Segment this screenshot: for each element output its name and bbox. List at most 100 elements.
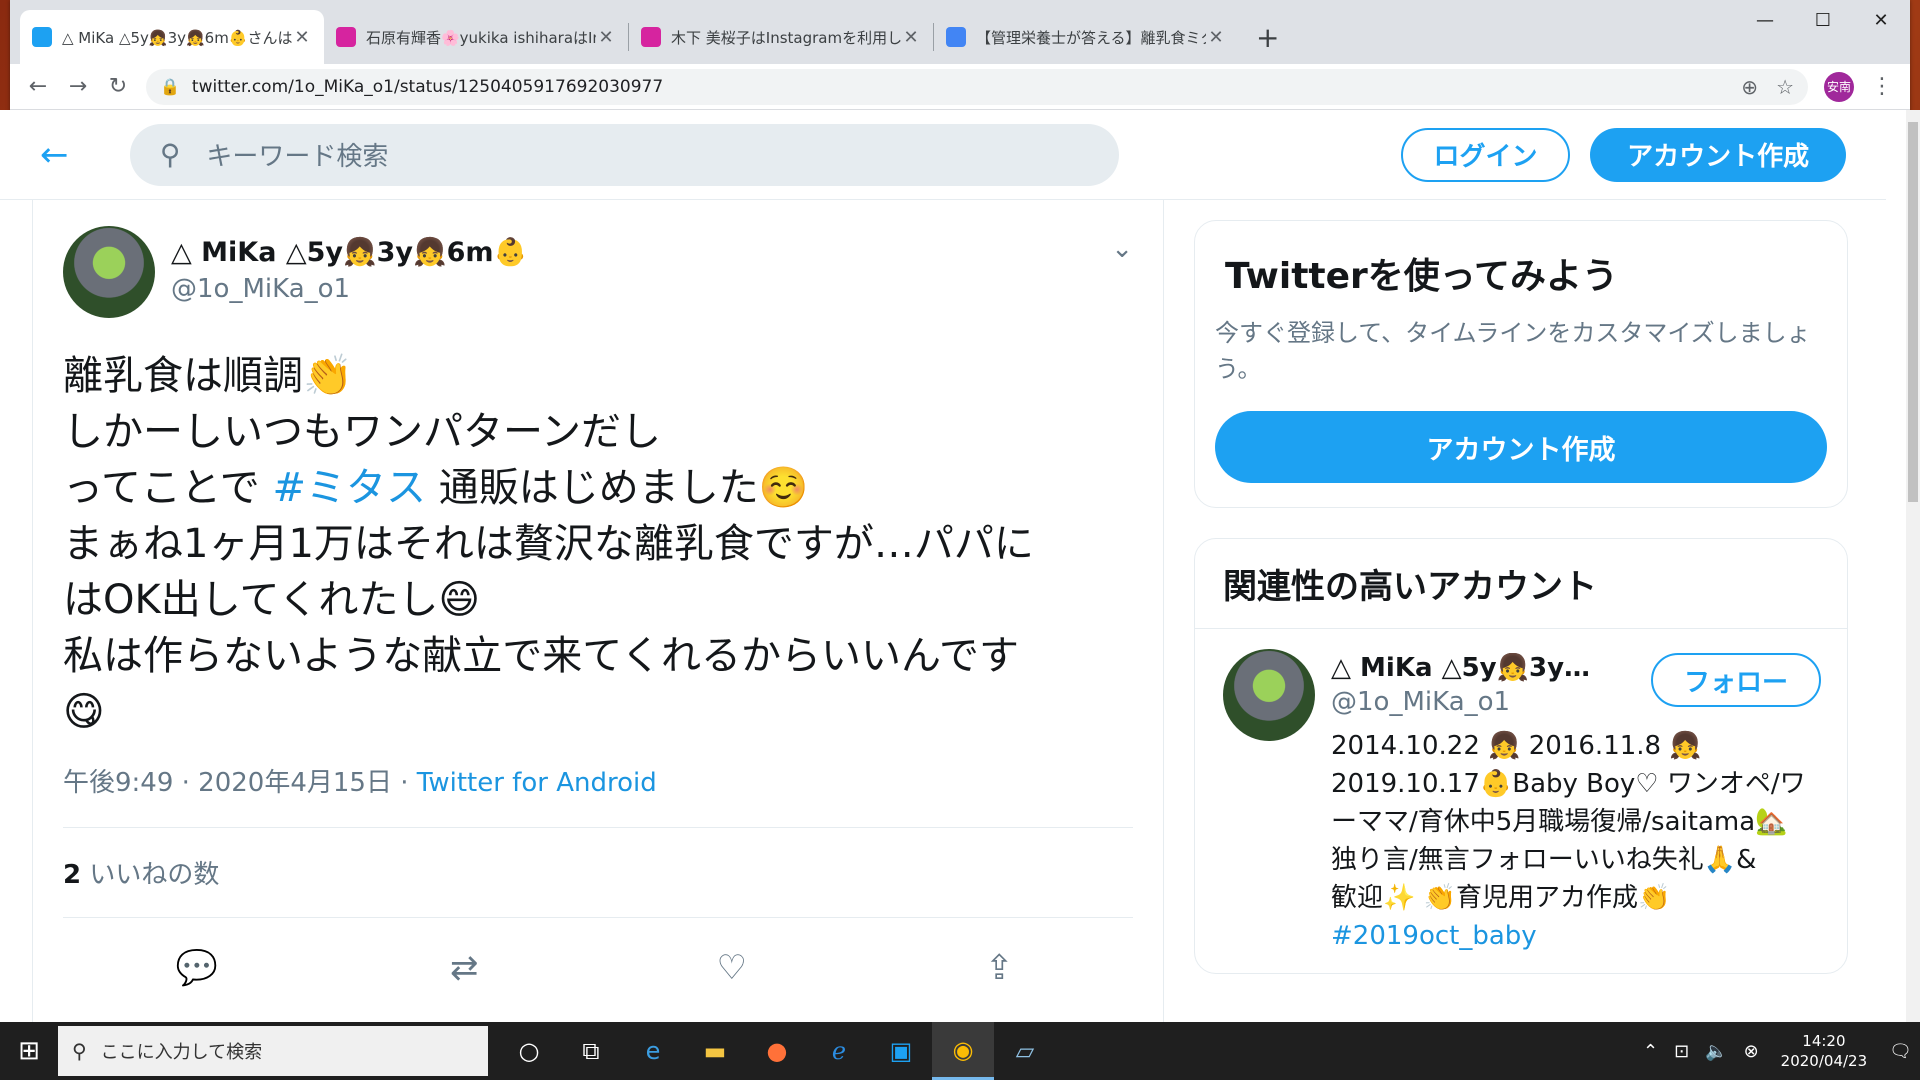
forward-arrow-icon[interactable]: → — [58, 67, 98, 107]
signup-button[interactable]: アカウント作成 — [1590, 127, 1846, 182]
sidebar: Twitterを使ってみよう 今すぐ登録して、タイムラインをカスタマイズしましょ… — [1194, 220, 1848, 974]
new-tab-button[interactable]: + — [1238, 10, 1297, 64]
tweet-actions: 💬 ⇄ ♡ ⇪ — [63, 928, 1133, 1008]
menu-kebab-icon[interactable]: ⋮ — [1862, 67, 1902, 107]
user-handle[interactable]: @1o_MiKa_o1 — [171, 274, 527, 304]
share-icon[interactable]: ⇪ — [969, 948, 1029, 988]
tab-close-icon[interactable]: ✕ — [1206, 27, 1226, 48]
tweet-line: 離乳食は順調👏 — [63, 353, 353, 399]
lock-icon[interactable]: 🔒 — [160, 77, 180, 96]
login-button[interactable]: ログイン — [1400, 127, 1571, 182]
related-accounts-card: 関連性の高いアカウント △ MiKa △5y👧3y… @1o_MiKa_o1 2… — [1194, 538, 1848, 974]
tweet-line-with-hashtag: ってことで #ミタス 通販はじめました☺️ — [63, 460, 1133, 516]
chevron-down-icon[interactable]: ⌄ — [1111, 234, 1133, 264]
task-view-icon[interactable]: ⧉ — [560, 1022, 622, 1080]
instagram-favicon-icon — [336, 27, 356, 47]
signup-card-button[interactable]: アカウント作成 — [1215, 411, 1827, 483]
back-arrow-icon[interactable]: ← — [40, 135, 120, 175]
bio-line: 独り言/無言フォローいいね失礼🙏& — [1331, 845, 1757, 875]
bookmark-star-icon[interactable]: ☆ — [1776, 75, 1794, 99]
tweet-source-link[interactable]: Twitter for Android — [417, 768, 657, 798]
notification-icon[interactable]: 🗨 — [1889, 1041, 1912, 1062]
search-input[interactable]: ⚲ キーワード検索 — [129, 123, 1119, 186]
ime-icon[interactable]: ⊗ — [1744, 1041, 1759, 1062]
clock-time: 14:20 — [1802, 1032, 1846, 1050]
tweet-line: 私は作らないような献立で来てくれるからいいんです — [63, 633, 1019, 679]
account-bio: 2014.10.22 👧 2016.11.8 👧 2019.10.17👶Baby… — [1331, 727, 1806, 955]
cortana-icon[interactable]: ○ — [498, 1022, 560, 1080]
divider — [63, 917, 1133, 918]
internet-explorer-icon[interactable]: ℯ — [808, 1022, 870, 1080]
tab-title: △ MiKa △5y👧3y👧6m👶さんは — [62, 28, 292, 47]
firefox-icon[interactable]: ● — [746, 1022, 808, 1080]
reply-icon[interactable]: 💬 — [167, 948, 227, 988]
signup-card: Twitterを使ってみよう 今すぐ登録して、タイムラインをカスタマイズしましょ… — [1194, 220, 1848, 508]
edge-icon[interactable]: e — [622, 1022, 684, 1080]
likes-count: 2 — [63, 860, 82, 890]
tab-title: 木下 美桜子はInstagramを利用して — [671, 28, 901, 47]
tab-strip: △ MiKa △5y👧3y👧6m👶さんは ✕ 石原有輝香🌸yukika ishi… — [10, 0, 1910, 64]
twitter-page: ← ⚲ キーワード検索 ログイン アカウント作成 △ MiKa △5y👧3y👧6… — [0, 110, 1886, 1022]
taskbar-search-placeholder: ここに入力して検索 — [100, 1042, 263, 1063]
tab-instagram-1[interactable]: 石原有輝香🌸yukika ishiharaはIn ✕ — [324, 10, 628, 64]
windows-start-icon[interactable]: ⊞ — [0, 1022, 58, 1080]
display-name[interactable]: △ MiKa △5y👧3y👧6m👶 — [171, 236, 527, 268]
account-name[interactable]: △ MiKa △5y👧3y… — [1331, 653, 1611, 683]
chrome-icon[interactable]: ◉ — [932, 1022, 994, 1080]
tweet-text: 離乳食は順調👏 しかーしいつもワンパターンだし ってことで #ミタス 通販はじめ… — [63, 348, 1133, 740]
taskbar-search-input[interactable]: ⚲ ここに入力して検索 — [58, 1026, 488, 1076]
bio-hashtag-link[interactable]: #2019oct_baby — [1331, 917, 1801, 955]
profile-avatar[interactable]: 安南 — [1824, 71, 1854, 102]
signup-card-desc: 今すぐ登録して、タイムラインをカスタマイズしましょう。 — [1215, 319, 1811, 383]
avatar[interactable] — [1223, 649, 1315, 741]
reload-icon[interactable]: ↻ — [98, 67, 138, 107]
tab-close-icon[interactable]: ✕ — [292, 27, 312, 48]
likes-stat[interactable]: 2 いいねの数 — [63, 828, 1133, 917]
minimize-button[interactable]: — — [1736, 0, 1794, 40]
url-text[interactable]: twitter.com/1o_MiKa_o1/status/1250405917… — [192, 77, 1723, 97]
zoom-icon[interactable]: ⊕ — [1741, 75, 1758, 99]
app-icon[interactable]: ▣ — [870, 1022, 932, 1080]
twitter-favicon-icon — [32, 27, 52, 47]
tweet-text-segment: ってことで — [63, 465, 260, 511]
tweet-author: △ MiKa △5y👧3y👧6m👶 @1o_MiKa_o1 ⌄ — [63, 226, 1133, 318]
document-favicon-icon — [946, 27, 966, 47]
bio-line: ーママ/育休中5月職場復帰/saitama🏡 — [1331, 807, 1788, 837]
window-controls: — ☐ ✕ — [1736, 0, 1910, 40]
chevron-up-icon[interactable]: ⌃ — [1643, 1041, 1658, 1062]
search-icon: ⚲ — [159, 138, 181, 171]
follow-button[interactable]: フォロー — [1651, 653, 1821, 707]
tab-instagram-2[interactable]: 木下 美桜子はInstagramを利用して ✕ — [629, 10, 933, 64]
tweet-meta: 午後9:49 · 2020年4月15日 · Twitter for Androi… — [63, 762, 1133, 799]
related-accounts-title: 関連性の高いアカウント — [1195, 539, 1847, 629]
retweet-icon[interactable]: ⇄ — [434, 948, 494, 988]
clock-date: 2020/04/23 — [1780, 1052, 1868, 1070]
file-explorer-icon[interactable]: ▬ — [684, 1022, 746, 1080]
tab-title: 【管理栄養士が答える】離乳食ミタス — [976, 28, 1206, 47]
tweet-column: △ MiKa △5y👧3y👧6m👶 @1o_MiKa_o1 ⌄ 離乳食は順調👏 … — [32, 200, 1164, 1022]
tab-close-icon[interactable]: ✕ — [596, 27, 616, 48]
volume-icon[interactable]: 🔈 — [1705, 1041, 1727, 1062]
avatar[interactable] — [63, 226, 155, 318]
network-icon[interactable]: ⊡ — [1674, 1041, 1689, 1062]
close-window-button[interactable]: ✕ — [1852, 0, 1910, 40]
back-arrow-icon[interactable]: ← — [18, 67, 58, 107]
page-scrollbar[interactable] — [1906, 110, 1920, 1022]
tab-docs[interactable]: 【管理栄養士が答える】離乳食ミタス ✕ — [934, 10, 1238, 64]
address-bar[interactable]: 🔒 twitter.com/1o_MiKa_o1/status/12504059… — [146, 68, 1808, 105]
bio-line: 2014.10.22 👧 2016.11.8 👧 — [1331, 731, 1702, 761]
scrollbar-thumb[interactable] — [1908, 122, 1918, 502]
hashtag-link[interactable]: #ミタス — [273, 465, 427, 511]
notes-app-icon[interactable]: ▱ — [994, 1022, 1056, 1080]
like-heart-icon[interactable]: ♡ — [702, 948, 762, 988]
tab-twitter[interactable]: △ MiKa △5y👧3y👧6m👶さんは ✕ — [20, 10, 324, 64]
bio-line: 歓迎✨ 👏育児用アカ作成👏 — [1331, 883, 1671, 913]
tweet-timestamp[interactable]: 午後9:49 · 2020年4月15日 · — [63, 768, 417, 798]
search-icon: ⚲ — [72, 1039, 87, 1063]
tab-close-icon[interactable]: ✕ — [901, 27, 921, 48]
tweet-text-segment: 通販はじめました☺️ — [438, 465, 809, 511]
maximize-button[interactable]: ☐ — [1794, 0, 1852, 40]
search-placeholder: キーワード検索 — [206, 142, 389, 172]
taskbar-clock[interactable]: 14:20 2020/04/23 — [1781, 1031, 1867, 1071]
account-item[interactable]: △ MiKa △5y👧3y… @1o_MiKa_o1 2014.10.22 👧 … — [1195, 629, 1847, 975]
